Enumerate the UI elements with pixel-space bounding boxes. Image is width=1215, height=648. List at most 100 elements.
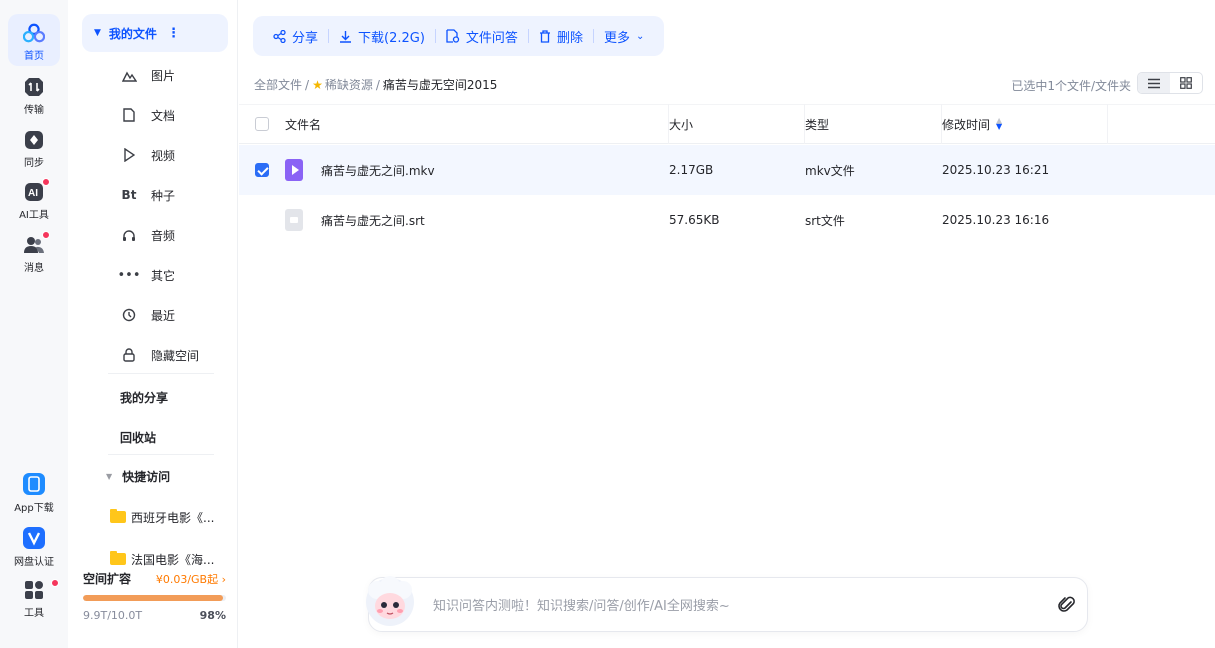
file-qa-button[interactable]: 文件问答 xyxy=(436,27,528,46)
video-file-icon xyxy=(285,159,303,181)
rail-messages[interactable]: 消息 xyxy=(0,231,68,274)
transfer-icon xyxy=(23,76,45,98)
rail-tools[interactable]: 工具 xyxy=(0,579,68,619)
sidebar-item-label: 最近 xyxy=(151,308,176,323)
table-row[interactable]: 痛苦与虚无之间.srt 57.65KB srt文件 2025.10.23 16:… xyxy=(239,195,1215,245)
delete-button[interactable]: 删除 xyxy=(529,27,593,46)
rail-label: App下载 xyxy=(14,503,54,514)
sidebar-item-hidden-space[interactable]: 隐藏空间 xyxy=(120,341,230,369)
breadcrumb: 全部文件 / ★ 稀缺资源 / 痛苦与虚无空间2015 xyxy=(254,76,500,93)
sidebar-item-recycle-bin[interactable]: 回收站 xyxy=(120,429,156,446)
ai-search-bar[interactable]: 知识问答内测啦！知识搜索/问答/创作/AI全网搜索~ xyxy=(366,576,1088,632)
sidebar-item-recent[interactable]: 最近 xyxy=(120,301,230,329)
divider xyxy=(108,373,214,374)
sidebar-item-videos[interactable]: 视频 xyxy=(120,141,230,169)
more-label: 更多 xyxy=(603,30,630,46)
rail-app-download[interactable]: App下载 xyxy=(0,472,68,514)
header-modified[interactable]: 修改时间 ▲ ▼ xyxy=(942,104,1108,144)
lock-icon xyxy=(120,348,138,362)
quick-folder-item[interactable]: 西班牙电影《... xyxy=(110,505,220,529)
download-button[interactable]: 下载(2.2G) xyxy=(329,27,435,46)
file-size: 2.17GB xyxy=(669,163,714,177)
trash-icon xyxy=(539,29,551,43)
star-icon: ★ xyxy=(312,77,323,92)
share-label: 分享 xyxy=(292,30,319,46)
rail-ai-tools[interactable]: AI AI工具 xyxy=(0,178,68,221)
rail-label: 首页 xyxy=(24,51,44,62)
sidebar-item-images[interactable]: 图片 xyxy=(120,61,230,89)
header-name[interactable]: 文件名 xyxy=(285,104,669,144)
main-content: 分享 下载(2.2G) 文件问答 删除 更多 ⌄ 全部文件 / ★ 稀缺资源 /… xyxy=(239,0,1215,648)
breadcrumb-current: 痛苦与虚无空间2015 xyxy=(382,78,498,92)
table-row[interactable]: 痛苦与虚无之间.mkv 2.17GB mkv文件 2025.10.23 16:2… xyxy=(239,145,1215,195)
row-name-cell: 痛苦与虚无之间.srt xyxy=(285,209,669,231)
folder-icon xyxy=(110,551,126,565)
storage-upgrade-link[interactable]: ¥0.03/GB起 › xyxy=(156,571,226,587)
notification-dot xyxy=(42,231,50,239)
quick-folder-item[interactable]: 法国电影《海... xyxy=(110,547,220,571)
tools-grid-icon xyxy=(23,579,59,601)
breadcrumb-folder[interactable]: 稀缺资源 xyxy=(325,76,373,93)
delete-label: 删除 xyxy=(556,30,583,46)
sidebar-item-label: 音频 xyxy=(151,228,176,243)
file-name[interactable]: 痛苦与虚无之间.srt xyxy=(321,212,425,229)
folder-label: 西班牙电影《... xyxy=(131,510,215,525)
image-icon xyxy=(120,69,138,82)
storage-title: 空间扩容 xyxy=(83,572,132,586)
notification-dot xyxy=(42,178,50,186)
breadcrumb-root[interactable]: 全部文件 xyxy=(254,76,302,93)
header-name-label: 文件名 xyxy=(285,117,322,132)
storage-panel: 空间扩容 ¥0.03/GB起 › 9.9T/10.0T 98% xyxy=(83,570,226,622)
left-rail: 首页 传输 同步 AI AI工具 消息 App下载 网盘认证 工具 xyxy=(0,0,68,648)
sidebar-item-documents[interactable]: 文档 xyxy=(120,101,230,129)
more-dots-icon: ••• xyxy=(117,267,141,283)
sidebar-item-torrents[interactable]: Bt 种子 xyxy=(120,181,230,209)
header-size[interactable]: 大小 xyxy=(669,104,805,144)
header-type-label: 类型 xyxy=(805,117,830,132)
sidebar-item-label: 文档 xyxy=(151,108,176,123)
selection-info: 已选中1个文件/文件夹 xyxy=(1011,79,1131,93)
sidebar-item-my-share[interactable]: 我的分享 xyxy=(120,389,168,406)
sidebar-item-other[interactable]: ••• 其它 xyxy=(117,261,230,289)
sidebar-item-label: 隐藏空间 xyxy=(151,348,200,363)
grid-icon xyxy=(1180,77,1192,89)
sidebar-item-audio[interactable]: 音频 xyxy=(120,221,230,249)
my-files-nav[interactable]: ▼ 我的文件 ⋮ xyxy=(82,14,228,52)
select-all-checkbox[interactable] xyxy=(255,117,269,131)
rail-home[interactable]: 首页 xyxy=(0,14,68,66)
row-checkbox[interactable] xyxy=(255,163,269,177)
app-download-icon xyxy=(22,472,46,496)
share-button[interactable]: 分享 xyxy=(263,27,328,46)
ai-mascot-icon xyxy=(359,572,421,634)
folder-icon xyxy=(110,509,126,523)
header-type[interactable]: 类型 xyxy=(805,104,942,144)
rail-verify[interactable]: 网盘认证 xyxy=(0,526,68,568)
more-button[interactable]: 更多 ⌄ xyxy=(594,27,654,46)
rail-sync[interactable]: 同步 xyxy=(0,129,68,169)
notification-dot xyxy=(51,579,59,587)
kebab-menu-icon[interactable]: ⋮ xyxy=(167,26,180,41)
storage-percent: 98% xyxy=(199,609,226,622)
chevron-down-icon: ⌄ xyxy=(635,30,645,42)
recent-icon xyxy=(120,308,138,322)
download-icon xyxy=(339,30,352,43)
sync-icon xyxy=(23,129,45,151)
view-switcher xyxy=(1137,72,1203,94)
rail-transfer[interactable]: 传输 xyxy=(0,76,68,116)
list-view-button[interactable] xyxy=(1138,73,1170,93)
svg-text:AI: AI xyxy=(28,188,38,199)
ai-tools-icon: AI xyxy=(23,178,50,203)
select-all-cell xyxy=(239,104,285,144)
quick-access-header[interactable]: ▼ 快捷访问 xyxy=(106,468,170,485)
file-name[interactable]: 痛苦与虚无之间.mkv xyxy=(321,162,435,179)
audio-icon xyxy=(120,229,138,242)
ai-search-placeholder[interactable]: 知识问答内测啦！知识搜索/问答/创作/AI全网搜索~ xyxy=(433,595,1047,614)
table-header: 文件名 大小 类型 修改时间 ▲ ▼ xyxy=(239,104,1215,144)
document-icon xyxy=(120,108,138,122)
grid-view-button[interactable] xyxy=(1170,73,1202,93)
file-qa-icon xyxy=(446,29,460,43)
row-checkbox-cell xyxy=(239,163,285,177)
attachment-icon[interactable] xyxy=(1047,595,1087,615)
caret-down-icon: ▼ xyxy=(106,472,113,481)
header-size-label: 大小 xyxy=(669,117,694,132)
